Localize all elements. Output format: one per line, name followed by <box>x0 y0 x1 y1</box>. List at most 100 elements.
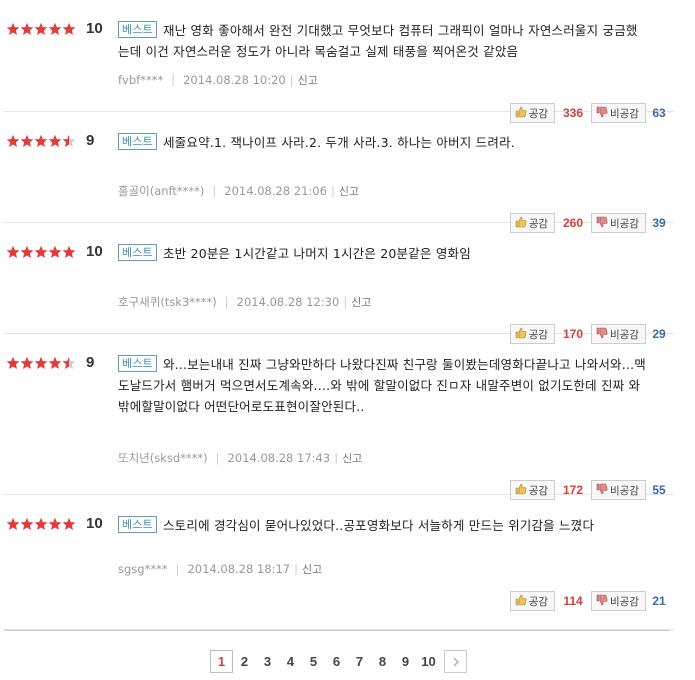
meta-separator: | <box>171 73 176 87</box>
star-icon <box>34 134 48 148</box>
review-text: 베스트 세줄요약.1. 잭나이프 사라.2. 두개 사라.3. 하나는 아버지 드… <box>118 132 648 153</box>
meta-separator: | <box>343 295 348 309</box>
star-icon <box>48 245 62 259</box>
page-link[interactable]: 8 <box>371 650 394 673</box>
star-icon <box>62 356 76 370</box>
list-divider <box>4 630 670 631</box>
review-meta: 또치년(sksd****) | 2014.08.28 17:43 | 신고 <box>118 450 362 466</box>
meta-separator: | <box>334 451 339 465</box>
star-rating <box>6 245 76 259</box>
pagination: 1 2 3 4 5 6 7 8 9 10 <box>210 650 467 673</box>
review-text: 베스트 재난 영화 좋아해서 완전 기대했고 무엇보다 컴퓨터 그래픽이 얼마나 … <box>118 20 648 62</box>
review-author[interactable]: 호구새퀴(tsk3****) <box>118 295 217 309</box>
star-icon <box>34 517 48 531</box>
best-badge: 베스트 <box>118 516 157 533</box>
report-link[interactable]: 신고 <box>302 563 322 576</box>
thumbs-down-icon <box>596 594 610 609</box>
star-icon <box>34 356 48 370</box>
meta-separator: | <box>330 184 335 198</box>
best-badge: 베스트 <box>118 21 157 38</box>
star-rating <box>6 517 76 531</box>
best-badge: 베스트 <box>118 133 157 150</box>
star-icon <box>48 134 62 148</box>
review-date: 2014.08.28 12:30 <box>236 295 340 309</box>
star-icon <box>6 245 20 259</box>
star-icon <box>20 134 34 148</box>
star-icon <box>48 356 62 370</box>
best-badge: 베스트 <box>118 244 157 261</box>
page-link[interactable]: 4 <box>279 650 302 673</box>
page-link[interactable]: 3 <box>256 650 279 673</box>
page-current[interactable]: 1 <box>210 650 233 673</box>
like-button[interactable]: 공감 <box>509 591 556 611</box>
report-link[interactable]: 신고 <box>351 296 371 309</box>
dislike-count: 21 <box>652 594 666 608</box>
star-icon <box>34 245 48 259</box>
review-meta: 호구새퀴(tsk3****) | 2014.08.28 12:30 | 신고 <box>118 294 371 310</box>
review-meta: 홀골이(anft****) | 2014.08.28 21:06 | 신고 <box>118 183 359 199</box>
like-label: 공감 <box>528 595 549 608</box>
chevron-right-icon[interactable] <box>444 650 467 673</box>
star-icon <box>62 517 76 531</box>
review-author[interactable]: fvbf**** <box>118 73 163 87</box>
page-link[interactable]: 9 <box>394 650 417 673</box>
rating-score: 9 <box>86 354 95 371</box>
report-link[interactable]: 신고 <box>342 452 362 465</box>
star-icon <box>48 517 62 531</box>
page-link[interactable]: 5 <box>302 650 325 673</box>
rating-score: 9 <box>86 132 95 149</box>
review-meta: fvbf**** | 2014.08.28 10:20 | 신고 <box>118 72 318 88</box>
meta-separator: | <box>215 451 220 465</box>
star-icon <box>6 22 20 36</box>
star-icon <box>20 517 34 531</box>
rating-score: 10 <box>86 515 103 532</box>
page-link[interactable]: 6 <box>325 650 348 673</box>
review-text: 베스트 와...보는내내 진짜 그냥와만하다 나왔다진짜 친구랑 둘이봤는데영화다… <box>118 354 648 417</box>
review-body: 베스트 초반 20분은 1시간같고 나머지 1시간은 20분같은 영화임 <box>118 243 648 264</box>
review-item: 10 베스트 스토리에 경각심이 묻어나있었다..공포영화보다 서늘하게 만드는 … <box>4 495 674 630</box>
review-date: 2014.08.28 10:20 <box>183 73 286 87</box>
meta-separator: | <box>175 562 180 576</box>
review-meta: sgsg**** | 2014.08.28 18:17 | 신고 <box>118 561 322 577</box>
review-date: 2014.08.28 18:17 <box>187 562 291 576</box>
report-link[interactable]: 신고 <box>298 74 318 87</box>
page-link[interactable]: 2 <box>233 650 256 673</box>
star-rating <box>6 134 76 148</box>
review-list: 10 베스트 재난 영화 좋아해서 완전 기대했고 무엇보다 컴퓨터 그래픽이 얼… <box>4 0 674 630</box>
rating-score: 10 <box>86 243 103 260</box>
rating-score: 10 <box>86 20 103 37</box>
report-link[interactable]: 신고 <box>339 185 359 198</box>
vote-controls: 공감 114 비공감 21 <box>509 591 672 611</box>
review-item: 9 베스트 와...보는내내 진짜 그냥와만하다 나왔다진짜 친구랑 둘이봤는데영… <box>4 334 674 500</box>
review-body: 베스트 와...보는내내 진짜 그냥와만하다 나왔다진짜 친구랑 둘이봤는데영화다… <box>118 354 648 417</box>
star-icon <box>6 356 20 370</box>
review-content: 재난 영화 좋아해서 완전 기대했고 무엇보다 컴퓨터 그래픽이 얼마나 자연스… <box>118 23 638 59</box>
review-body: 베스트 세줄요약.1. 잭나이프 사라.2. 두개 사라.3. 하나는 아버지 드… <box>118 132 648 153</box>
like-count: 114 <box>563 594 583 608</box>
review-body: 베스트 재난 영화 좋아해서 완전 기대했고 무엇보다 컴퓨터 그래픽이 얼마나 … <box>118 20 648 62</box>
star-icon <box>62 22 76 36</box>
dislike-label: 비공감 <box>610 595 639 608</box>
review-date: 2014.08.28 21:06 <box>224 184 327 198</box>
page-link[interactable]: 7 <box>348 650 371 673</box>
star-icon <box>62 245 76 259</box>
review-date: 2014.08.28 17:43 <box>227 451 331 465</box>
star-icon <box>34 22 48 36</box>
review-item: 10 베스트 재난 영화 좋아해서 완전 기대했고 무엇보다 컴퓨터 그래픽이 얼… <box>4 0 674 123</box>
star-icon <box>20 22 34 36</box>
review-content: 스토리에 경각심이 묻어나있었다..공포영화보다 서늘하게 만드는 위기감을 느… <box>162 518 595 533</box>
star-icon <box>20 245 34 259</box>
review-author[interactable]: 홀골이(anft****) <box>118 184 204 198</box>
review-text: 베스트 초반 20분은 1시간같고 나머지 1시간은 20분같은 영화임 <box>118 243 648 264</box>
meta-separator: | <box>294 562 298 576</box>
dislike-button[interactable]: 비공감 <box>591 591 646 611</box>
review-text: 베스트 스토리에 경각심이 묻어나있었다..공포영화보다 서늘하게 만드는 위기감… <box>118 515 648 536</box>
review-content: 세줄요약.1. 잭나이프 사라.2. 두개 사라.3. 하나는 아버지 드려라. <box>162 135 515 150</box>
review-author[interactable]: 또치년(sksd****) <box>118 451 208 465</box>
review-author[interactable]: sgsg**** <box>118 562 168 576</box>
page-link[interactable]: 10 <box>417 650 440 673</box>
meta-separator: | <box>212 184 217 198</box>
review-content: 초반 20분은 1시간같고 나머지 1시간은 20분같은 영화임 <box>162 246 471 261</box>
star-rating <box>6 22 76 36</box>
best-badge: 베스트 <box>118 355 157 372</box>
